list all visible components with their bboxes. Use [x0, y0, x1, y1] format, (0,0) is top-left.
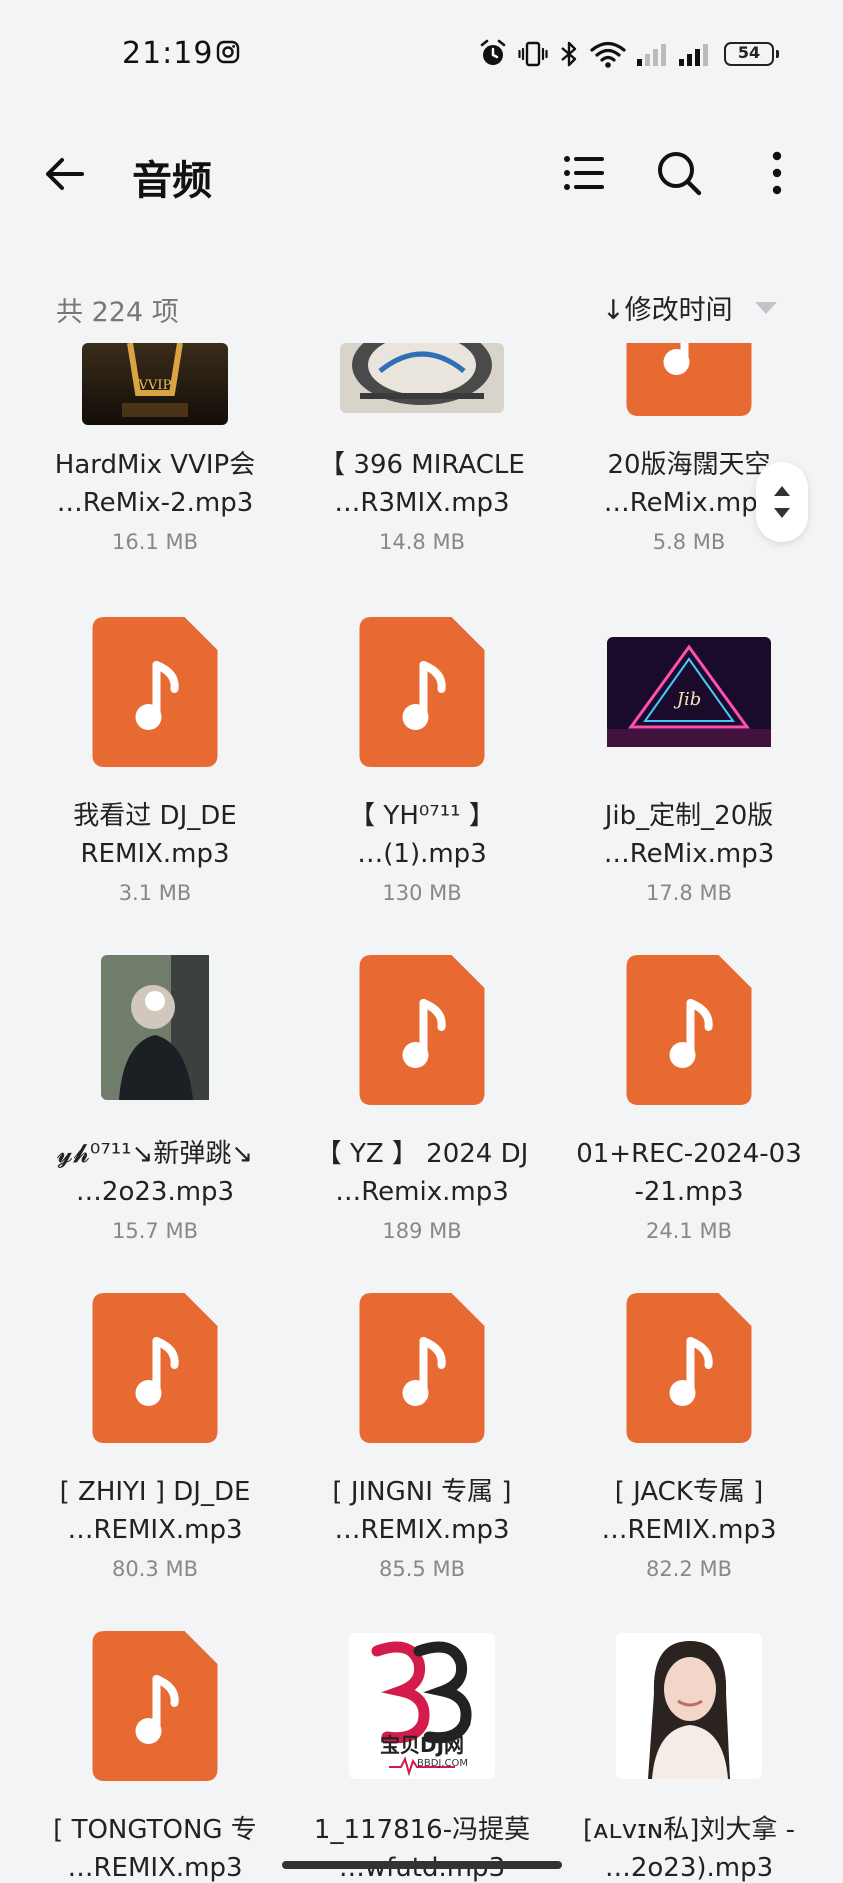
instagram-icon	[216, 40, 240, 64]
file-name-line2: …ReMix.mp3	[603, 839, 775, 869]
app-bar: 音频	[0, 120, 843, 230]
battery-level: 54	[737, 43, 761, 62]
search-icon[interactable]	[654, 148, 704, 198]
vibrate-icon	[518, 41, 548, 67]
file-name-line2: …(1).mp3	[357, 839, 487, 869]
file-name-line2: …2o23).mp3	[604, 1853, 774, 1883]
logo-text: 宝贝DJ网	[379, 1733, 465, 1757]
file-name-line1: 1_117816-冯提莫	[313, 1815, 531, 1845]
battery-icon: 54	[724, 42, 779, 66]
file-size: 82.2 MB	[646, 1557, 732, 1581]
file-item[interactable]: 【 YH⁰⁷¹¹ 】 …(1).mp3 130 MB	[289, 617, 555, 955]
item-count: 共 224 项	[56, 297, 179, 328]
album-art-thumbnail	[340, 343, 504, 413]
file-item[interactable]: 【 396 MIRACLE …R3MIX.mp3 14.8 MB	[289, 343, 555, 604]
file-item[interactable]: VVIP HardMix VVIP会 …ReMix-2.mp3 16.1 MB	[22, 343, 288, 604]
file-size: 24.1 MB	[646, 1219, 732, 1243]
file-name-line2: …REMIX.mp3	[601, 1515, 777, 1545]
file-item[interactable]: [ JINGNI 专属 ] …REMIX.mp3 85.5 MB	[289, 1293, 555, 1631]
file-name-line1: 【 YZ 】 2024 DJ	[315, 1139, 529, 1169]
file-name-line1: 𝔂𝓱⁰⁷¹¹↘新弹跳↘	[56, 1139, 254, 1169]
music-file-icon	[359, 1293, 485, 1443]
file-size: 189 MB	[382, 1219, 462, 1243]
file-item[interactable]: [ TONGTONG 专 …REMIX.mp3	[22, 1631, 288, 1883]
music-file-icon	[92, 1293, 218, 1443]
file-item[interactable]: [ JACK专属 ] …REMIX.mp3 82.2 MB	[556, 1293, 822, 1631]
music-file-icon	[92, 1631, 218, 1781]
file-name-line2: …2o23.mp3	[75, 1177, 235, 1207]
file-name-line2: REMIX.mp3	[80, 839, 230, 869]
file-name-line1: [ ZHIYI ] DJ_DE	[59, 1477, 251, 1507]
status-icons: 54	[478, 36, 779, 72]
file-name-line2: …R3MIX.mp3	[334, 488, 510, 518]
signal-2-icon	[679, 44, 708, 66]
music-file-icon	[626, 1293, 752, 1443]
home-indicator[interactable]	[282, 1861, 562, 1869]
list-view-icon[interactable]	[558, 148, 608, 198]
sort-label: ↓修改时间	[602, 295, 733, 326]
file-name-line1: [ TONGTONG 专	[53, 1815, 257, 1845]
music-file-icon	[92, 617, 218, 767]
file-size: 16.1 MB	[112, 530, 198, 554]
photo-thumbnail	[616, 1633, 762, 1779]
file-name-line1: Jib_定制_20版	[604, 801, 774, 831]
alarm-icon	[480, 39, 506, 65]
file-item[interactable]: [ᴀʟᴠɪɴ私]刘大拿 - …2o23).mp3	[556, 1631, 822, 1883]
file-size: 15.7 MB	[112, 1219, 198, 1243]
music-file-icon	[359, 955, 485, 1105]
file-size: 85.5 MB	[379, 1557, 465, 1581]
dropdown-caret-icon	[754, 301, 777, 314]
file-name-line1: 【 YH⁰⁷¹¹ 】	[349, 801, 495, 831]
file-item[interactable]: 宝贝DJ网 BBDJ.COM 1_117816-冯提莫 …wfutd.mp3	[289, 1631, 555, 1883]
wifi-icon	[590, 41, 626, 68]
svg-text:Jib: Jib	[673, 689, 702, 710]
file-name-line2: -21.mp3	[634, 1177, 744, 1207]
file-name-line1: [ JINGNI 专属 ]	[332, 1477, 512, 1507]
logo-subtext: BBDJ.COM	[417, 1758, 469, 1769]
file-name-line2: …REMIX.mp3	[67, 1515, 243, 1545]
file-size: 14.8 MB	[379, 530, 465, 554]
file-size: 130 MB	[382, 881, 462, 905]
fast-scroll-handle[interactable]	[756, 462, 808, 542]
status-bar: 21:19 54	[0, 0, 843, 110]
file-size: 3.1 MB	[118, 881, 192, 905]
bluetooth-icon	[561, 41, 577, 67]
file-name-line2: …REMIX.mp3	[67, 1853, 243, 1883]
file-name-line1: [ JACK专属 ]	[614, 1477, 764, 1507]
file-item[interactable]: 01+REC-2024-03 -21.mp3 24.1 MB	[556, 955, 822, 1293]
album-art-thumbnail: VVIP	[82, 343, 228, 425]
file-name-line2: …Remix.mp3	[335, 1177, 509, 1207]
file-item[interactable]: 【 YZ 】 2024 DJ …Remix.mp3 189 MB	[289, 955, 555, 1293]
file-name-line1: 【 396 MIRACLE	[319, 450, 525, 480]
photo-thumbnail	[101, 955, 209, 1100]
file-name-line2: …ReMix-2.mp3	[56, 488, 254, 518]
sort-dropdown[interactable]: ↓修改时间	[602, 288, 777, 327]
music-file-icon	[626, 955, 752, 1105]
scroll-arrows-icon	[774, 486, 790, 518]
file-item[interactable]: Jib Jib_定制_20版 …ReMix.mp3 17.8 MB	[556, 617, 822, 955]
file-item[interactable]: [ ZHIYI ] DJ_DE …REMIX.mp3 80.3 MB	[22, 1293, 288, 1631]
file-name-line1: 01+REC-2024-03	[576, 1139, 802, 1169]
arrow-left-icon[interactable]	[40, 150, 88, 198]
status-time: 21:19	[122, 36, 214, 71]
file-grid: VVIP HardMix VVIP会 …ReMix-2.mp3 16.1 MB …	[0, 343, 843, 1883]
file-item[interactable]: 我看过 DJ_DE REMIX.mp3 3.1 MB	[22, 617, 288, 955]
page-title: 音频	[132, 158, 212, 204]
album-art-thumbnail: 宝贝DJ网 BBDJ.COM	[349, 1633, 495, 1779]
file-name-line1: 我看过 DJ_DE	[73, 801, 237, 831]
file-name-line1: [ᴀʟᴠɪɴ私]刘大拿 -	[582, 1815, 796, 1845]
album-art-thumbnail: Jib	[607, 637, 771, 747]
file-item[interactable]: 𝔂𝓱⁰⁷¹¹↘新弹跳↘ …2o23.mp3 15.7 MB	[22, 955, 288, 1293]
more-vertical-icon[interactable]	[752, 148, 802, 198]
file-name-line1: HardMix VVIP会	[54, 450, 256, 480]
file-size: 17.8 MB	[646, 881, 732, 905]
music-file-icon	[359, 617, 485, 767]
svg-text:VVIP: VVIP	[138, 378, 172, 393]
music-file-icon	[626, 343, 752, 416]
file-name-line2: …REMIX.mp3	[334, 1515, 510, 1545]
file-size: 80.3 MB	[112, 1557, 198, 1581]
signal-1-icon	[637, 44, 666, 66]
